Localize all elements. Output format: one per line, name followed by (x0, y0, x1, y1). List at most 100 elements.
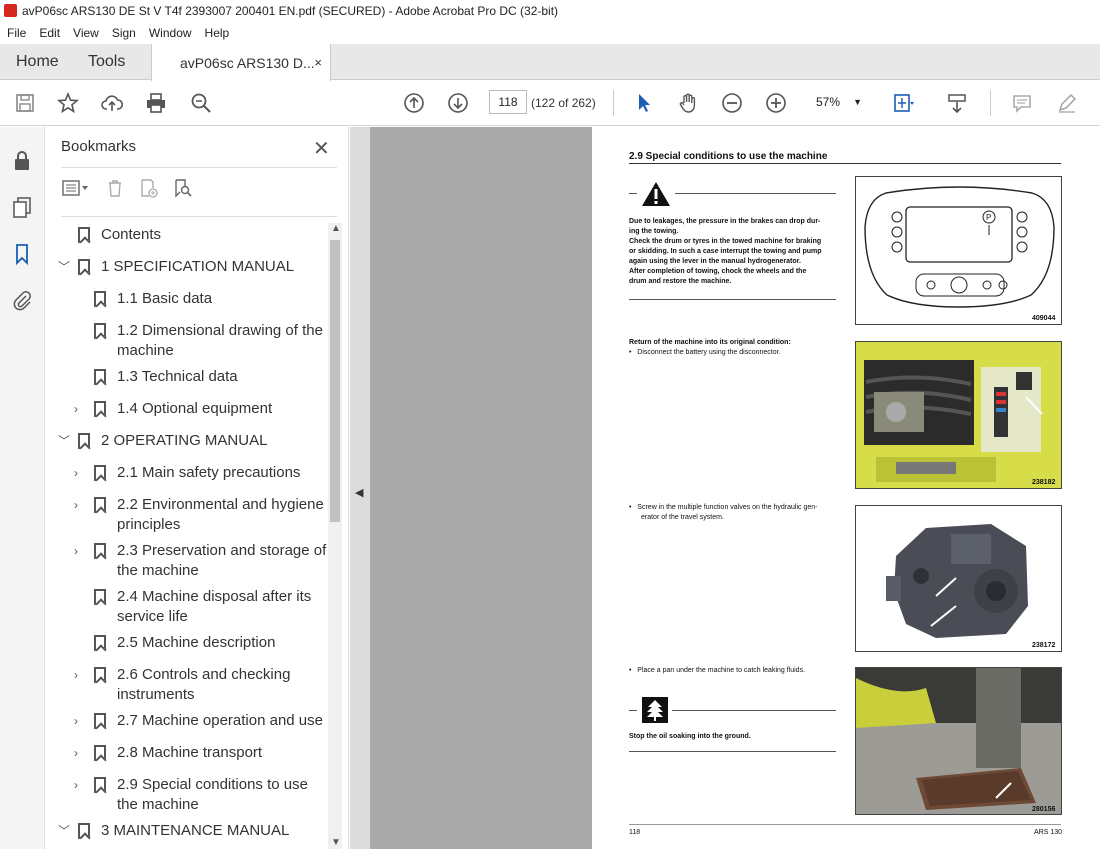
warning-line: After completion of towing, chock the wh… (629, 268, 807, 275)
zoom-in-icon[interactable] (764, 91, 788, 115)
bookmark-transport[interactable]: › 2.8 Machine transport (74, 743, 262, 763)
figure-number: 409044 (1032, 315, 1056, 322)
zoom-select[interactable]: 57% ▼ (806, 90, 868, 114)
bookmark-panel-icon[interactable] (11, 243, 33, 266)
pdf-page: 2.9 Special conditions to use the machin… (592, 127, 1100, 849)
acrobat-app-icon (4, 4, 17, 17)
bookmark-label: 1.2 Dimensional drawing of the (117, 322, 323, 339)
bookmark-label-line2: the machine (117, 796, 199, 813)
bookmark-dimensional-drawing[interactable]: 1.2 Dimensional drawing of the machine (94, 321, 323, 361)
bookmark-icon (94, 713, 106, 729)
star-icon[interactable] (56, 91, 80, 115)
chevron-right-icon[interactable]: › (74, 665, 78, 685)
warning-line: or skidding. In such a case interrupt th… (629, 248, 822, 255)
bookmark-specification-manual[interactable]: ﹀ 1 SPECIFICATION MANUAL (58, 257, 294, 277)
bookmark-environmental[interactable]: › 2.2 Environmental and hygiene principl… (74, 495, 324, 535)
chevron-right-icon[interactable]: › (74, 541, 78, 561)
bookmark-label-line2: machine (117, 342, 174, 359)
figure-pan-photo (855, 667, 1062, 815)
bookmark-machine-description[interactable]: 2.5 Machine description (94, 633, 275, 653)
bookmarks-title: Bookmarks (61, 138, 137, 155)
bookmark-label-line2: the machine (117, 562, 199, 579)
chevron-right-icon[interactable]: › (74, 775, 78, 795)
page-number-input[interactable]: 118 (489, 90, 527, 114)
chevron-right-icon[interactable]: › (74, 399, 78, 419)
menu-edit[interactable]: Edit (39, 26, 60, 40)
find-bookmark-icon[interactable] (173, 178, 193, 203)
chevron-right-icon[interactable]: › (74, 463, 78, 483)
toolbar-separator (990, 90, 991, 116)
chevron-down-icon[interactable]: ﹀ (58, 821, 70, 841)
scrollbar-thumb[interactable] (330, 240, 340, 522)
save-icon[interactable] (13, 91, 37, 115)
chevron-right-icon[interactable]: › (74, 495, 78, 515)
window-titlebar: avP06sc ARS130 DE St V T4f 2393007 20040… (0, 0, 1100, 22)
zoom-search-icon[interactable] (189, 91, 213, 115)
hand-tool-icon[interactable] (676, 91, 700, 115)
fuse-box-photo-drawing (856, 342, 1061, 488)
rule (672, 710, 836, 711)
rule (629, 710, 637, 711)
bullet-valves-cont: erator of the travel system. (641, 514, 724, 521)
divider (61, 216, 337, 217)
lock-icon[interactable] (11, 149, 33, 171)
new-bookmark-icon[interactable] (139, 178, 159, 203)
bookmark-label: 2.5 Machine description (117, 634, 276, 651)
bookmark-label-line2: instruments (117, 686, 195, 703)
tab-document-label: avP06sc ARS130 D... (180, 54, 315, 71)
bookmark-operation-use[interactable]: › 2.7 Machine operation and use (74, 711, 323, 731)
bullet-pan: Place a pan under the machine to catch l… (637, 667, 806, 674)
chevron-right-icon[interactable]: › (74, 711, 78, 731)
bookmark-operating-manual[interactable]: ﹀ 2 OPERATING MANUAL (58, 431, 267, 451)
pages-thumbnails-icon[interactable] (11, 196, 33, 218)
close-icon[interactable]: ✕ (313, 136, 330, 161)
bookmark-special-conditions[interactable]: › 2.9 Special conditions to use the mach… (74, 775, 308, 815)
scroll-down-arrow-icon[interactable]: ▼ (331, 837, 341, 848)
delete-trash-icon[interactable] (105, 178, 125, 203)
select-cursor-icon[interactable] (632, 91, 656, 115)
fit-page-icon[interactable] (891, 91, 915, 115)
chevron-right-icon[interactable]: › (74, 743, 78, 763)
attachment-paperclip-icon[interactable] (11, 289, 33, 311)
bookmark-safety-precautions[interactable]: › 2.1 Main safety precautions (74, 463, 300, 483)
scroll-mode-icon[interactable] (945, 91, 969, 115)
bookmark-maintenance-manual[interactable]: ﹀ 3 MAINTENANCE MANUAL (58, 821, 289, 841)
highlight-pen-icon[interactable] (1055, 91, 1079, 115)
chevron-down-icon[interactable]: ﹀ (58, 257, 70, 277)
menu-view[interactable]: View (73, 26, 99, 40)
print-icon[interactable] (144, 91, 168, 115)
heading-rule (629, 163, 1061, 164)
bookmark-controls[interactable]: › 2.6 Controls and checking instruments (74, 665, 290, 705)
bookmark-basic-data[interactable]: 1.1 Basic data (94, 289, 212, 309)
page-down-icon[interactable] (446, 91, 470, 115)
comment-icon[interactable] (1010, 91, 1034, 115)
bookmark-contents[interactable]: Contents (78, 225, 161, 245)
menu-file[interactable]: File (7, 26, 26, 40)
bookmark-technical-data[interactable]: 1.3 Technical data (94, 367, 238, 387)
tab-home[interactable]: Home (16, 44, 59, 80)
rule (629, 751, 836, 752)
figure-number: 238172 (1032, 642, 1056, 649)
page-heading: 2.9 Special conditions to use the machin… (629, 151, 828, 162)
menu-window[interactable]: Window (149, 26, 192, 40)
upload-cloud-icon[interactable] (100, 91, 124, 115)
tab-tools[interactable]: Tools (88, 44, 125, 80)
rule (629, 193, 637, 194)
bookmark-disposal[interactable]: 2.4 Machine disposal after its service l… (94, 587, 311, 627)
collapse-panel-arrow-icon[interactable]: ◀ (355, 486, 363, 499)
bookmark-preservation[interactable]: › 2.3 Preservation and storage of the ma… (74, 541, 326, 581)
menu-help[interactable]: Help (205, 26, 230, 40)
chevron-down-icon[interactable]: ﹀ (58, 431, 70, 451)
page-up-icon[interactable] (402, 91, 426, 115)
scroll-up-arrow-icon[interactable]: ▲ (331, 223, 341, 234)
bookmark-icon (94, 667, 106, 683)
environment-tree-icon (642, 697, 668, 723)
zoom-out-icon[interactable] (720, 91, 744, 115)
tab-document[interactable]: avP06sc ARS130 D... × (151, 44, 331, 81)
bookmark-optional-equipment[interactable]: › 1.4 Optional equipment (74, 399, 272, 419)
menu-sign[interactable]: Sign (112, 26, 136, 40)
options-menu-icon[interactable] (61, 178, 91, 203)
tab-close-icon[interactable]: × (314, 55, 322, 70)
bookmark-label: Contents (101, 226, 162, 243)
footer-rule (629, 824, 1061, 825)
